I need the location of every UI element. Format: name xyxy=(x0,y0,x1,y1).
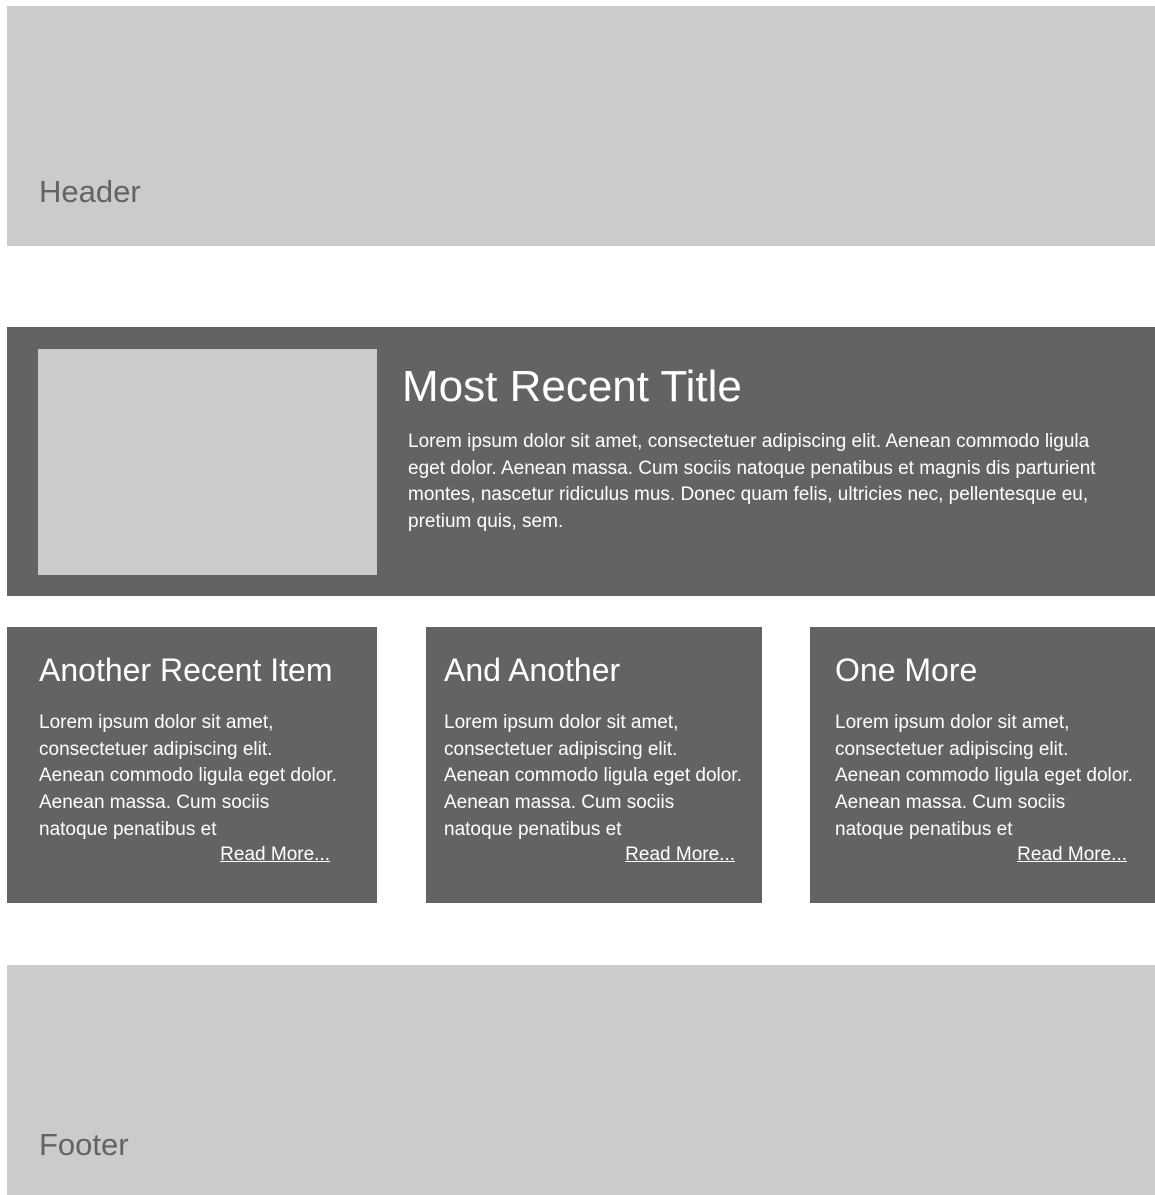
card-title: And Another xyxy=(444,652,621,688)
featured-body: Lorem ipsum dolor sit amet, consectetuer… xyxy=(408,431,1096,533)
card-body: Lorem ipsum dolor sit amet, consectetuer… xyxy=(39,712,337,840)
header-label: Header xyxy=(39,174,141,209)
card-body: Lorem ipsum dolor sit amet, consectetuer… xyxy=(444,712,742,840)
recent-item-card: Another Recent Item Lorem ipsum dolor si… xyxy=(7,627,377,903)
card-title: One More xyxy=(835,652,978,688)
recent-item-card: And Another Lorem ipsum dolor sit amet, … xyxy=(426,627,762,903)
featured-post: Most Recent Title Lorem ipsum dolor sit … xyxy=(7,327,1155,596)
read-more-link[interactable]: Read More... xyxy=(220,845,330,864)
card-body: Lorem ipsum dolor sit amet, consectetuer… xyxy=(835,712,1133,840)
read-more-link[interactable]: Read More... xyxy=(625,845,735,864)
header: Header xyxy=(7,6,1155,246)
read-more-link[interactable]: Read More... xyxy=(1017,845,1127,864)
footer: Footer xyxy=(7,965,1155,1195)
featured-title: Most Recent Title xyxy=(402,362,742,411)
featured-image-placeholder xyxy=(38,349,377,575)
recent-item-card: One More Lorem ipsum dolor sit amet, con… xyxy=(810,627,1155,903)
card-title: Another Recent Item xyxy=(39,652,333,688)
footer-label: Footer xyxy=(39,1127,129,1162)
